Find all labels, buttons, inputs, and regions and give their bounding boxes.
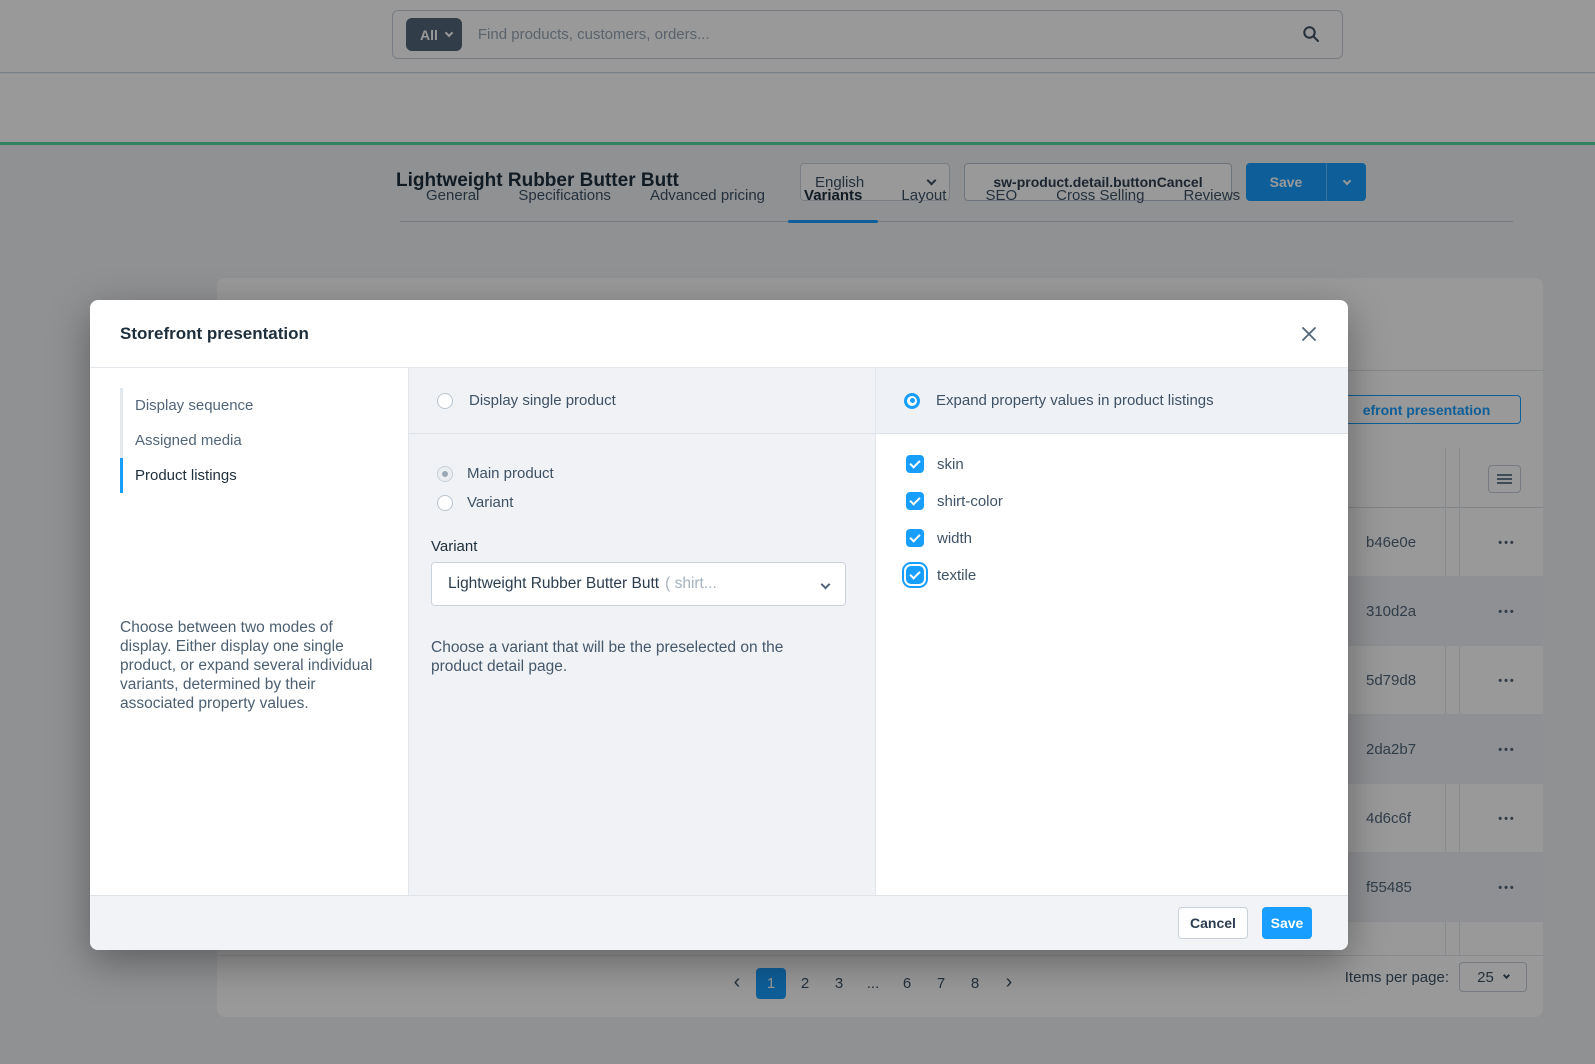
property-row-shirt-color[interactable]: shirt-color xyxy=(906,492,1003,510)
main-product-option[interactable]: Main product xyxy=(437,465,554,482)
variant-select[interactable]: Lightweight Rubber Butter Butt ( shirt..… xyxy=(431,562,846,606)
nav-item-product-listings[interactable]: Product listings xyxy=(120,458,382,493)
modal-nav: Display sequence Assigned media Product … xyxy=(120,388,382,493)
modal-body: Display sequence Assigned media Product … xyxy=(90,368,1348,895)
radio-checked-disabled-icon[interactable] xyxy=(437,466,453,482)
variant-radio-label: Variant xyxy=(467,494,513,511)
expand-properties-column: Expand property values in product listin… xyxy=(875,368,1348,895)
property-row-textile[interactable]: textile xyxy=(906,566,1003,584)
variant-option[interactable]: Variant xyxy=(437,494,513,511)
property-label: skin xyxy=(937,456,964,473)
radio-unchecked-icon[interactable] xyxy=(437,393,453,409)
expand-property-values-label: Expand property values in product listin… xyxy=(936,392,1214,409)
checkbox-checked-icon[interactable] xyxy=(906,455,924,473)
modal-footer: Cancel Save xyxy=(90,895,1348,950)
property-label: shirt-color xyxy=(937,493,1003,510)
chevron-down-icon xyxy=(822,575,829,593)
property-row-width[interactable]: width xyxy=(906,529,1003,547)
single-product-column: Display single product Main product Vari… xyxy=(408,368,875,895)
radio-unchecked-icon[interactable] xyxy=(437,495,453,511)
nav-item-display-sequence[interactable]: Display sequence xyxy=(120,388,382,423)
variant-select-value: Lightweight Rubber Butter Butt xyxy=(448,575,659,593)
checkbox-checked-focused-icon[interactable] xyxy=(906,566,924,584)
modal-cancel-button[interactable]: Cancel xyxy=(1178,907,1248,939)
checkbox-checked-icon[interactable] xyxy=(906,492,924,510)
property-label: textile xyxy=(937,567,976,584)
radio-checked-icon[interactable] xyxy=(904,393,920,409)
modal-header: Storefront presentation xyxy=(90,300,1348,368)
display-single-product-option[interactable]: Display single product xyxy=(409,368,875,434)
modal-title: Storefront presentation xyxy=(120,324,309,344)
display-single-product-label: Display single product xyxy=(469,392,616,409)
main-product-label: Main product xyxy=(467,465,554,482)
variant-field-label: Variant xyxy=(431,538,477,555)
variant-select-suffix: ( shirt... xyxy=(665,575,717,593)
close-icon[interactable] xyxy=(1300,325,1318,343)
expand-property-values-option[interactable]: Expand property values in product listin… xyxy=(876,368,1348,434)
modal-save-button[interactable]: Save xyxy=(1262,907,1312,939)
property-row-skin[interactable]: skin xyxy=(906,455,1003,473)
nav-item-assigned-media[interactable]: Assigned media xyxy=(120,423,382,458)
checkbox-checked-icon[interactable] xyxy=(906,529,924,547)
modal-description: Choose between two modes of display. Eit… xyxy=(120,618,384,713)
modal-sidebar: Display sequence Assigned media Product … xyxy=(90,368,408,895)
variant-help-text: Choose a variant that will be the presel… xyxy=(431,638,831,677)
property-checkbox-list: skin shirt-color width textile xyxy=(906,455,1003,584)
storefront-presentation-modal: Storefront presentation Display sequence… xyxy=(90,300,1348,950)
property-label: width xyxy=(937,530,972,547)
